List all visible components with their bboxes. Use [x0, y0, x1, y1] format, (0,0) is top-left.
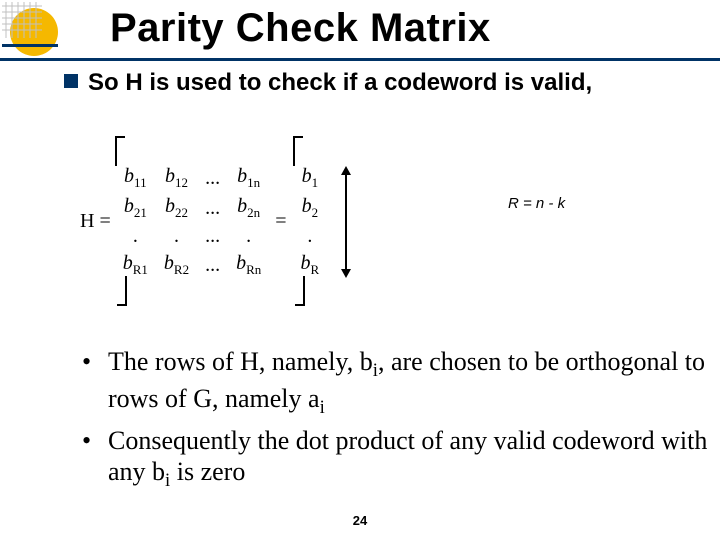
- dimension-arrow: [341, 166, 351, 278]
- matrix-eq: =: [269, 210, 292, 233]
- matrix-vec: b1 b2 . bR: [293, 140, 328, 303]
- bullet-2: Consequently the dot product of any vali…: [82, 425, 720, 493]
- bullet-1: The rows of H, namely, bi, are chosen to…: [82, 346, 720, 419]
- lead-bullet-icon: [64, 74, 78, 88]
- matrix-equation: H = b11 b12 ... b1n b21 b22 ... b2n .: [80, 140, 351, 303]
- dimension-label: R = n - k: [508, 195, 565, 212]
- bullet-list: The rows of H, namely, bi, are chosen to…: [42, 346, 720, 499]
- slide-number: 24: [0, 513, 720, 528]
- lead-text: So H is used to check if a codeword is v…: [88, 68, 658, 98]
- slide-title: Parity Check Matrix: [110, 6, 491, 51]
- title-underline: [0, 58, 720, 61]
- matrix-big: b11 b12 ... b1n b21 b22 ... b2n . . ... …: [115, 140, 270, 303]
- matrix-lhs: H =: [80, 210, 115, 233]
- slide-logo: [0, 0, 60, 60]
